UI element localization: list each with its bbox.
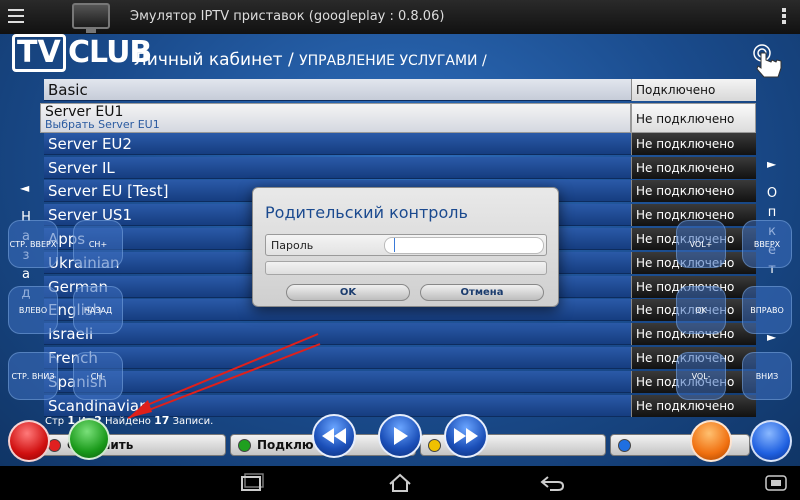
- tvclub-logo: TV CLUB: [12, 34, 152, 72]
- parental-control-dialog: Родительский контроль Пароль OK Отмена: [252, 187, 559, 307]
- pagination-info: Стр 1 Из 2 Найдено 17 Записи.: [45, 414, 214, 427]
- rewind-icon[interactable]: [312, 414, 356, 458]
- list-item[interactable]: French Не подключено: [44, 346, 756, 370]
- list-item[interactable]: Basic Подключено: [44, 78, 756, 102]
- fast-forward-icon[interactable]: [444, 414, 488, 458]
- password-input[interactable]: [384, 237, 544, 254]
- back-button[interactable]: НАЗАД: [73, 286, 123, 334]
- ok-remote-button[interactable]: OK: [676, 286, 726, 334]
- window-title: Эмулятор IPTV приставок (googleplay : 0.…: [130, 9, 445, 24]
- volume-down-button[interactable]: VOL-: [676, 352, 726, 400]
- red-ball-button[interactable]: [8, 420, 50, 462]
- tv-icon: [72, 3, 110, 33]
- service-status: Не подключено: [631, 156, 756, 179]
- right-button[interactable]: ВПРАВО: [742, 286, 792, 334]
- service-hint: Выбрать Server EU1: [45, 117, 160, 131]
- home-nav-icon[interactable]: [386, 473, 414, 493]
- blue-dot-icon: [618, 439, 631, 452]
- service-name: Server EU2: [44, 132, 631, 155]
- touch-hand-icon[interactable]: [752, 42, 786, 78]
- left-button[interactable]: ВЛЕВО: [8, 286, 58, 334]
- fullscreen-nav-icon[interactable]: [762, 473, 790, 493]
- service-status: Не подключено: [631, 102, 756, 133]
- app-area: TV CLUB Личный кабинет / УПРАВЛЕНИЕ УСЛУ…: [0, 34, 800, 466]
- dialog-title: Родительский контроль: [265, 203, 468, 222]
- left-arrow-icon[interactable]: ◄: [20, 181, 29, 195]
- service-name: Israeli: [44, 323, 631, 346]
- page-down-button[interactable]: СТР. ВНИЗ: [8, 352, 58, 400]
- recents-nav-icon[interactable]: [237, 473, 265, 493]
- channel-up-button[interactable]: CH+: [73, 220, 123, 268]
- channel-down-button[interactable]: CH-: [73, 352, 123, 400]
- list-item-selected[interactable]: Server EU1 Выбрать Server EU1 Не подключ…: [40, 102, 756, 133]
- password-label: Пароль: [271, 239, 314, 252]
- list-item[interactable]: Server IL Не подключено: [44, 156, 756, 180]
- orange-ball-button[interactable]: [690, 420, 732, 462]
- volume-up-button[interactable]: VOL+: [676, 220, 726, 268]
- password-row: Пароль: [265, 234, 547, 256]
- service-status: Не подключено: [631, 132, 756, 155]
- green-dot-icon: [238, 439, 251, 452]
- service-name: Spanish: [44, 370, 631, 393]
- page-title: Личный кабинет / УПРАВЛЕНИЕ УСЛУГАМИ /: [134, 50, 487, 70]
- yellow-dot-icon: [428, 439, 441, 452]
- down-button[interactable]: ВНИЗ: [742, 352, 792, 400]
- service-name: Server IL: [44, 156, 631, 179]
- menu-icon[interactable]: [8, 9, 24, 23]
- list-item[interactable]: Israeli Не подключено: [44, 322, 756, 346]
- up-button[interactable]: ВВЕРХ: [742, 220, 792, 268]
- green-ball-button[interactable]: [68, 418, 110, 460]
- ok-button[interactable]: OK: [286, 284, 410, 301]
- overflow-menu-icon[interactable]: [782, 8, 786, 26]
- back-nav-icon[interactable]: [538, 473, 566, 493]
- list-item[interactable]: Server EU2 Не подключено: [44, 132, 756, 156]
- dialog-empty-row: [265, 261, 547, 275]
- system-title-bar: Эмулятор IPTV приставок (googleplay : 0.…: [0, 0, 800, 34]
- service-status: Не подключено: [631, 180, 756, 203]
- cancel-button[interactable]: Отмена: [420, 284, 544, 301]
- play-icon[interactable]: [378, 414, 422, 458]
- text-cursor: [394, 238, 395, 252]
- service-name: Server EU1 Выбрать Server EU1: [40, 102, 631, 133]
- android-nav-bar: [0, 466, 800, 500]
- service-status: Подключено: [631, 79, 756, 101]
- service-name: French: [44, 346, 631, 369]
- service-name: Basic: [44, 79, 631, 101]
- blue-ball-button[interactable]: [750, 420, 792, 462]
- page-up-button[interactable]: СТР. ВВЕРХ: [8, 220, 58, 268]
- right-arrow-icon[interactable]: ►: [767, 157, 776, 171]
- list-item[interactable]: Spanish Не подключено: [44, 370, 756, 394]
